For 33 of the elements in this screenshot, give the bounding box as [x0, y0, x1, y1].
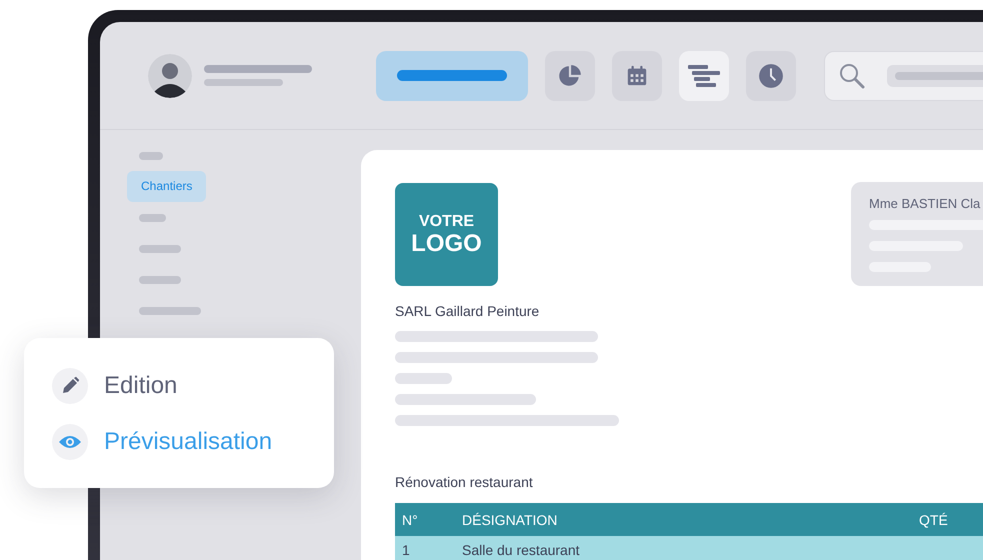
avatar — [148, 54, 192, 98]
logo-text: VOTRE — [418, 214, 474, 230]
sidebar-item[interactable] — [139, 244, 181, 252]
section-title: Rénovation restaurant — [395, 474, 534, 490]
column-header: QTÉ — [918, 512, 949, 528]
pie-chart-icon — [557, 62, 583, 88]
toolbar-button[interactable] — [679, 50, 729, 100]
toolbar-button[interactable] — [612, 50, 662, 100]
column-header: DÉSIGNATION — [461, 512, 558, 528]
column-header: N° — [401, 512, 419, 528]
mode-option[interactable]: Prévisualisation — [104, 428, 272, 456]
sidebar-item[interactable] — [139, 276, 181, 284]
clock-icon — [758, 62, 784, 88]
client-name: Mme BASTIEN Cla — [869, 196, 982, 211]
eye-icon — [52, 424, 88, 460]
company-name: SARL Gaillard Peinture — [395, 303, 540, 319]
sidebar-item[interactable] — [139, 306, 201, 314]
toolbar-button[interactable] — [376, 50, 528, 100]
mode-option[interactable]: Edition — [104, 372, 178, 400]
pencil-icon — [52, 368, 88, 404]
calendar-icon — [626, 64, 648, 86]
toolbar-button[interactable] — [545, 50, 595, 100]
search-field[interactable] — [824, 50, 983, 100]
sidebar-item[interactable] — [139, 214, 166, 222]
logo-text: LOGO — [411, 232, 482, 256]
table-cell-text: 1 — [401, 542, 411, 558]
sidebar-item[interactable] — [139, 152, 163, 160]
search-icon — [839, 62, 865, 88]
table-cell-text: Salle du restaurant — [461, 542, 581, 558]
sidebar-item[interactable]: Chantiers — [127, 171, 206, 202]
gantt-chart-icon — [688, 64, 720, 88]
placeholder-bar — [395, 373, 452, 384]
toolbar-button[interactable] — [746, 50, 796, 100]
